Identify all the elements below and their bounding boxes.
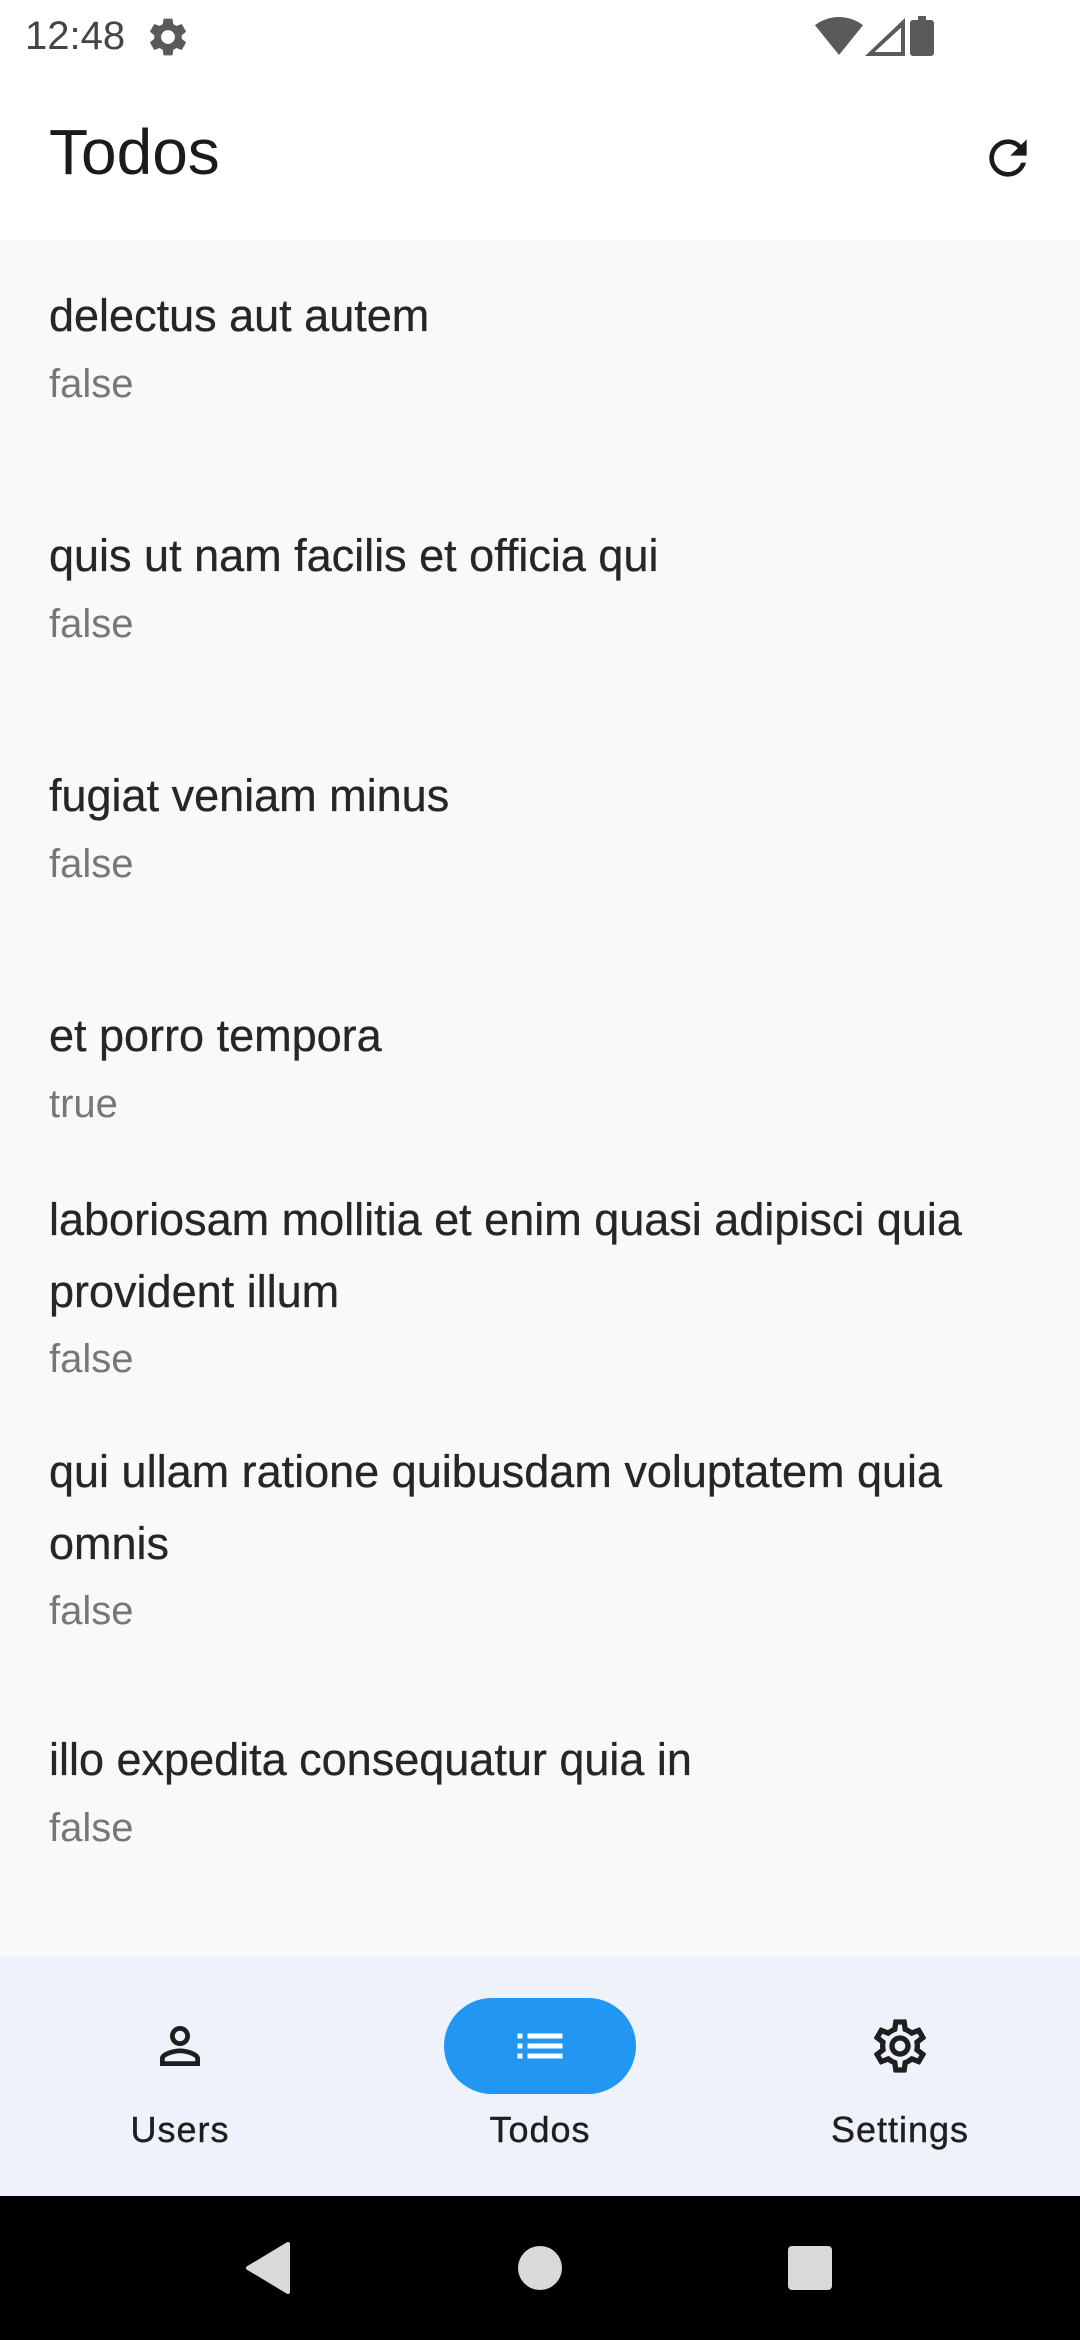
todo-title: et porro tempora: [49, 1010, 382, 1061]
battery-icon: [910, 16, 934, 56]
list-icon: [517, 2033, 563, 2059]
nav-label: Users: [130, 2109, 230, 2150]
todo-completed-status: false: [49, 362, 134, 406]
todo-completed-status: false: [49, 842, 134, 886]
status-bar: 12:48: [0, 0, 1080, 72]
home-icon: [518, 2246, 562, 2290]
todo-completed-status: false: [49, 1337, 134, 1381]
todo-title: fugiat veniam minus: [49, 770, 450, 821]
list-item[interactable]: qui ullam ratione quibusdam voluptatem q…: [0, 1422, 1080, 1692]
back-button[interactable]: [232, 2232, 304, 2304]
todo-title: qui ullam ratione quibusdam voluptatem q…: [49, 1446, 943, 1569]
nav-indicator-active: [444, 1998, 636, 2094]
gear-icon: [874, 2019, 926, 2073]
refresh-icon: [989, 139, 1027, 177]
refresh-button[interactable]: [972, 122, 1044, 194]
nav-indicator: [84, 1998, 276, 2094]
todo-title: illo expedita consequatur quia in: [49, 1734, 692, 1785]
list-item[interactable]: laboriosam mollitia et enim quasi adipis…: [0, 1170, 1080, 1422]
todo-completed-status: false: [49, 602, 134, 646]
nav-label: Settings: [830, 2109, 970, 2150]
person-icon: [160, 2026, 200, 2066]
system-navigation-bar: [0, 2196, 1080, 2340]
list-item[interactable]: et porro tempora true: [0, 960, 1080, 1170]
todo-title: delectus aut autem: [49, 290, 430, 341]
nav-item-users[interactable]: Users: [0, 1956, 360, 2196]
todo-completed-status: false: [49, 1589, 134, 1633]
todo-completed-status: false: [49, 1806, 134, 1850]
todo-title: quis ut nam facilis et officia qui: [49, 530, 659, 581]
recents-icon: [788, 2246, 832, 2290]
cell-signal-icon: [865, 18, 905, 56]
app-bar: Todos: [0, 72, 1080, 240]
list-item[interactable]: illo expedita consequatur quia in false: [0, 1692, 1080, 1956]
todo-title: laboriosam mollitia et enim quasi adipis…: [49, 1194, 962, 1317]
status-time: 12:48: [25, 14, 126, 58]
list-item[interactable]: quis ut nam facilis et officia qui false: [0, 480, 1080, 720]
home-button[interactable]: [504, 2232, 576, 2304]
list-item[interactable]: fugiat veniam minus false: [0, 720, 1080, 960]
wifi-icon: [815, 17, 863, 55]
todo-list[interactable]: delectus aut autem false quis ut nam fac…: [0, 240, 1080, 1956]
page-title: Todos: [49, 116, 220, 188]
list-item[interactable]: delectus aut autem false: [0, 240, 1080, 480]
nav-indicator: [804, 1998, 996, 2094]
nav-label: Todos: [489, 2109, 591, 2150]
nav-item-todos[interactable]: Todos: [360, 1956, 720, 2196]
todo-completed-status: true: [49, 1082, 118, 1126]
back-icon: [246, 2242, 290, 2294]
settings-gear-icon: [150, 18, 186, 56]
nav-item-settings[interactable]: Settings: [720, 1956, 1080, 2196]
bottom-navigation: Users Todos Settings: [0, 1956, 1080, 2196]
recents-button[interactable]: [774, 2232, 846, 2304]
